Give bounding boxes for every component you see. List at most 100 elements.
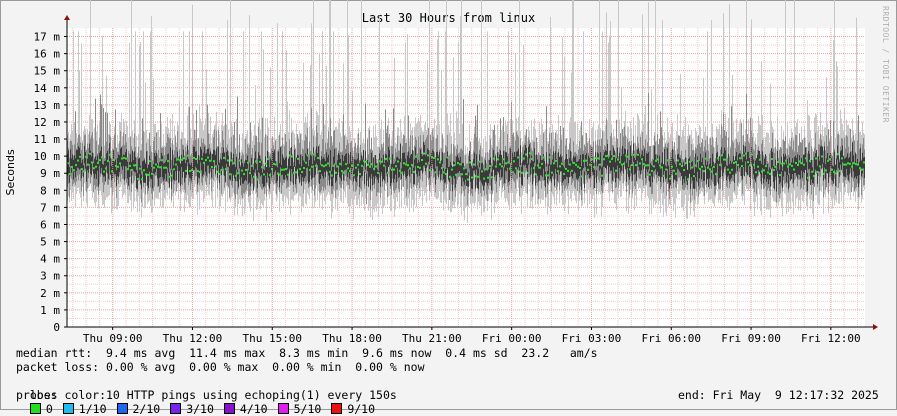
median-point	[527, 171, 529, 174]
median-point	[319, 170, 321, 173]
median-point	[81, 168, 83, 171]
median-point	[289, 154, 291, 157]
median-point	[393, 168, 395, 171]
median-point	[341, 170, 343, 173]
median-point	[233, 162, 235, 165]
median-point	[473, 163, 475, 166]
median-point	[713, 165, 715, 168]
y-tick-label: 16 m	[34, 48, 61, 61]
x-tick-label: Fri 00:00	[482, 332, 542, 345]
median-point	[209, 159, 211, 162]
median-point	[201, 157, 203, 160]
median-point	[785, 159, 787, 162]
median-point	[685, 162, 687, 165]
median-point	[301, 171, 303, 174]
median-point	[199, 171, 201, 174]
median-point	[277, 172, 279, 175]
median-point	[729, 171, 731, 174]
median-point	[719, 163, 721, 166]
median-point	[555, 159, 557, 162]
median-point	[223, 156, 225, 159]
median-point	[415, 155, 417, 158]
median-point	[435, 171, 437, 174]
y-tick-label: 4 m	[40, 253, 60, 266]
median-point	[169, 175, 171, 178]
median-point	[183, 157, 185, 160]
median-point	[791, 164, 793, 167]
median-point	[79, 155, 81, 158]
median-point	[783, 162, 785, 165]
median-point	[441, 167, 443, 170]
median-point	[587, 168, 589, 171]
median-point	[219, 173, 221, 176]
median-point	[573, 161, 575, 164]
median-point	[497, 158, 499, 161]
median-point	[697, 159, 699, 162]
median-point	[353, 174, 355, 177]
median-point	[577, 165, 579, 168]
end-time: end: Fri May 9 12:17:32 2025	[678, 388, 879, 402]
median-point	[75, 164, 77, 167]
median-point	[445, 173, 447, 176]
median-point	[455, 173, 457, 176]
median-point	[665, 168, 667, 171]
median-point	[673, 169, 675, 172]
median-point	[449, 175, 451, 178]
median-point	[115, 164, 117, 167]
loss-color-item: 0	[29, 402, 53, 416]
median-point	[803, 163, 805, 166]
median-point	[231, 159, 233, 162]
x-tick-label: Fri 12:00	[801, 332, 861, 345]
median-point	[267, 158, 269, 161]
median-point	[727, 168, 729, 171]
y-tick-label: 1 m	[40, 304, 60, 317]
median-point	[453, 164, 455, 167]
median-point	[437, 158, 439, 161]
median-rtt-stats: median rtt: 9.4 ms avg 11.4 ms max 8.3 m…	[16, 346, 598, 360]
median-point	[775, 165, 777, 168]
median-point	[711, 170, 713, 173]
median-point	[701, 165, 703, 168]
median-point	[747, 161, 749, 164]
median-point	[367, 163, 369, 166]
y-tick-label: 5 m	[40, 236, 60, 249]
median-point	[375, 165, 377, 168]
loss-color-item: 1/10	[62, 402, 107, 416]
median-point	[363, 159, 365, 162]
median-point	[699, 167, 701, 170]
median-point	[491, 176, 493, 179]
median-point	[551, 171, 553, 174]
y-tick-label: 10 m	[34, 150, 61, 163]
loss-color-text: 0	[45, 402, 53, 416]
median-point	[535, 173, 537, 176]
median-point	[693, 175, 695, 178]
median-point	[793, 168, 795, 171]
median-point	[83, 170, 85, 173]
median-point	[861, 168, 863, 171]
median-point	[269, 174, 271, 177]
median-point	[153, 166, 155, 169]
median-point	[171, 174, 173, 177]
median-point	[203, 161, 205, 164]
median-point	[501, 165, 503, 168]
median-point	[481, 170, 483, 173]
median-point	[769, 172, 771, 175]
median-point	[139, 167, 141, 170]
y-axis-arrow	[64, 15, 70, 20]
median-point	[743, 154, 745, 157]
median-point	[361, 164, 363, 167]
median-point	[619, 161, 621, 164]
median-point	[397, 160, 399, 163]
median-point	[369, 165, 371, 168]
median-point	[553, 162, 555, 165]
median-point	[601, 174, 603, 177]
median-point	[635, 164, 637, 167]
median-point	[557, 170, 559, 173]
y-tick-label: 9 m	[40, 167, 60, 180]
median-point	[811, 170, 813, 173]
loss-color-text: 3/10	[186, 402, 214, 416]
median-point	[493, 157, 495, 160]
median-point	[371, 163, 373, 166]
median-point	[595, 157, 597, 160]
median-point	[133, 164, 135, 167]
